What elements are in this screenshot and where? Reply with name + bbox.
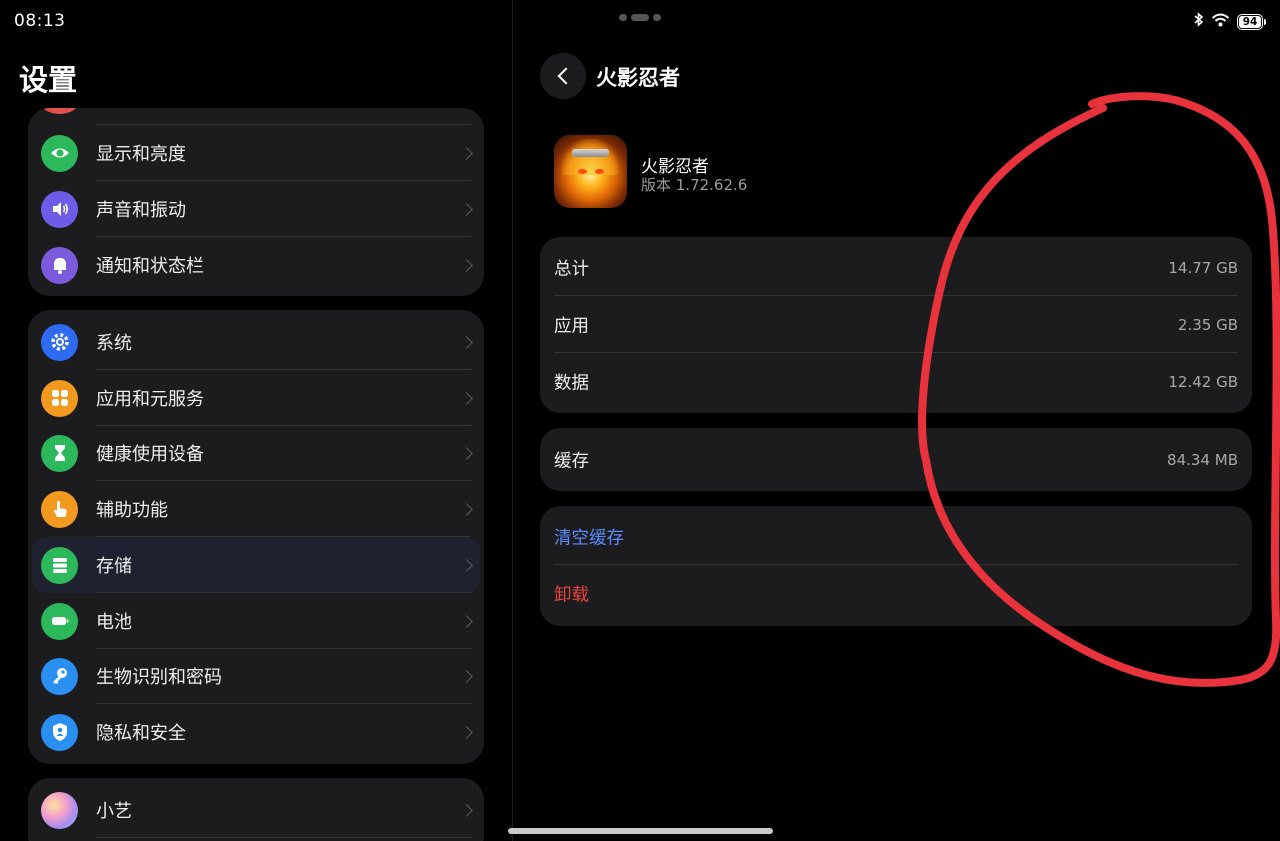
chevron-right-icon bbox=[460, 258, 473, 272]
storage-row-app: 应用 2.35 GB bbox=[540, 296, 1252, 353]
chevron-right-icon bbox=[460, 502, 473, 516]
clear-cache-label: 清空缓存 bbox=[554, 528, 624, 548]
back-button[interactable] bbox=[540, 53, 586, 99]
app-version: 版本 1.72.62.6 bbox=[641, 176, 748, 194]
bell-icon bbox=[41, 246, 78, 284]
status-icons: 94 bbox=[1194, 12, 1266, 31]
home-indicator[interactable] bbox=[508, 828, 773, 834]
sidebar-item-label: 健康使用设备 bbox=[96, 444, 204, 465]
chevron-right-icon bbox=[460, 558, 473, 572]
storage-row-label: 数据 bbox=[554, 373, 589, 393]
storage-usage-card: 总计 14.77 GB 应用 2.35 GB 数据 12.42 GB bbox=[540, 237, 1252, 413]
sidebar-item-label: 存储 bbox=[96, 556, 132, 577]
storage-row-total: 总计 14.77 GB bbox=[540, 239, 1252, 296]
multiwindow-handle[interactable] bbox=[619, 14, 661, 21]
uninstall-label: 卸载 bbox=[554, 585, 589, 605]
storage-row-value: 14.77 GB bbox=[1168, 258, 1238, 277]
battery-icon bbox=[41, 602, 78, 640]
sidebar-item-label: 通知和状态栏 bbox=[96, 256, 204, 277]
split-divider[interactable] bbox=[512, 0, 513, 841]
sidebar-item-label: 小艺 bbox=[96, 801, 132, 822]
bluetooth-icon bbox=[1194, 12, 1204, 31]
gear-icon bbox=[41, 323, 78, 361]
speaker-icon bbox=[41, 190, 78, 228]
battery-icon: 94 bbox=[1237, 13, 1266, 30]
chevron-right-icon bbox=[460, 614, 473, 628]
sidebar-item-label: 隐私和安全 bbox=[96, 723, 186, 744]
naruto-app-icon bbox=[554, 135, 627, 208]
shield-user-icon bbox=[41, 713, 78, 751]
key-icon bbox=[41, 657, 78, 695]
sidebar-item-apps[interactable]: 应用和元服务 bbox=[28, 370, 484, 426]
uninstall-button[interactable]: 卸载 bbox=[540, 565, 1252, 622]
chevron-right-icon bbox=[460, 446, 473, 460]
storage-icon bbox=[41, 546, 78, 584]
hand-pointer-icon bbox=[41, 490, 78, 528]
chevron-right-icon bbox=[460, 391, 473, 405]
storage-row-value: 12.42 GB bbox=[1168, 372, 1238, 391]
sidebar-item-label: 电池 bbox=[96, 612, 132, 633]
sidebar-item-battery[interactable]: 电池 bbox=[28, 593, 484, 649]
battery-level: 94 bbox=[1242, 15, 1258, 28]
clear-cache-button[interactable]: 清空缓存 bbox=[540, 508, 1252, 565]
sidebar-item-accessibility[interactable]: 辅助功能 bbox=[28, 481, 484, 537]
partial-item-icon bbox=[41, 108, 78, 114]
actions-card: 清空缓存 卸载 bbox=[540, 506, 1252, 626]
celia-orb-icon bbox=[41, 791, 78, 829]
sidebar-item-label: 辅助功能 bbox=[96, 500, 168, 521]
sidebar-item-digital-health[interactable]: 健康使用设备 bbox=[28, 425, 484, 481]
settings-group-3: 小艺 bbox=[28, 778, 484, 841]
sidebar-item-label: 显示和亮度 bbox=[96, 144, 186, 165]
sidebar-item-notifications[interactable]: 通知和状态栏 bbox=[28, 237, 484, 293]
storage-row-label: 总计 bbox=[554, 259, 589, 279]
status-time: 08:13 bbox=[14, 11, 66, 31]
sidebar-item-sound[interactable]: 声音和振动 bbox=[28, 181, 484, 237]
settings-group-1: 显示和亮度 声音和振动 通知和状态栏 bbox=[28, 108, 484, 296]
storage-row-cache: 缓存 84.34 MB bbox=[540, 431, 1252, 488]
chevron-right-icon bbox=[460, 202, 473, 216]
sidebar-item-system[interactable]: 系统 bbox=[28, 314, 484, 370]
settings-title: 设置 bbox=[19, 63, 78, 97]
sidebar-item-biometrics[interactable]: 生物识别和密码 bbox=[28, 648, 484, 704]
cache-card: 缓存 84.34 MB bbox=[540, 428, 1252, 491]
chevron-right-icon bbox=[460, 335, 473, 349]
sidebar-item-label: 声音和振动 bbox=[96, 200, 186, 221]
storage-row-value: 2.35 GB bbox=[1177, 315, 1238, 334]
sidebar-item-display[interactable]: 显示和亮度 bbox=[28, 125, 484, 181]
sidebar-item-privacy[interactable]: 隐私和安全 bbox=[28, 704, 484, 760]
chevron-right-icon bbox=[460, 725, 473, 739]
sidebar-item-label: 系统 bbox=[96, 333, 132, 354]
chevron-right-icon bbox=[460, 146, 473, 160]
sidebar-item-celia[interactable]: 小艺 bbox=[28, 782, 484, 838]
settings-group-2: 系统 应用和元服务 健康使用设备 辅助功能 存储 电池 生物识别和密码 隐私和安… bbox=[28, 310, 484, 764]
apps-grid-icon bbox=[41, 379, 78, 417]
storage-row-label: 应用 bbox=[554, 316, 589, 336]
wifi-icon bbox=[1211, 12, 1230, 31]
eye-icon bbox=[41, 134, 78, 172]
sidebar-item-label: 生物识别和密码 bbox=[96, 667, 222, 688]
cache-value: 84.34 MB bbox=[1167, 450, 1238, 469]
storage-row-data: 数据 12.42 GB bbox=[540, 353, 1252, 410]
chevron-left-icon bbox=[557, 67, 574, 85]
cache-label: 缓存 bbox=[554, 451, 589, 471]
chevron-right-icon bbox=[460, 669, 473, 683]
hourglass-icon bbox=[41, 434, 78, 472]
page-title: 火影忍者 bbox=[596, 66, 680, 90]
chevron-right-icon bbox=[460, 803, 473, 817]
sidebar-item-label: 应用和元服务 bbox=[96, 389, 204, 410]
sidebar-item-storage[interactable]: 存储 bbox=[32, 537, 480, 593]
